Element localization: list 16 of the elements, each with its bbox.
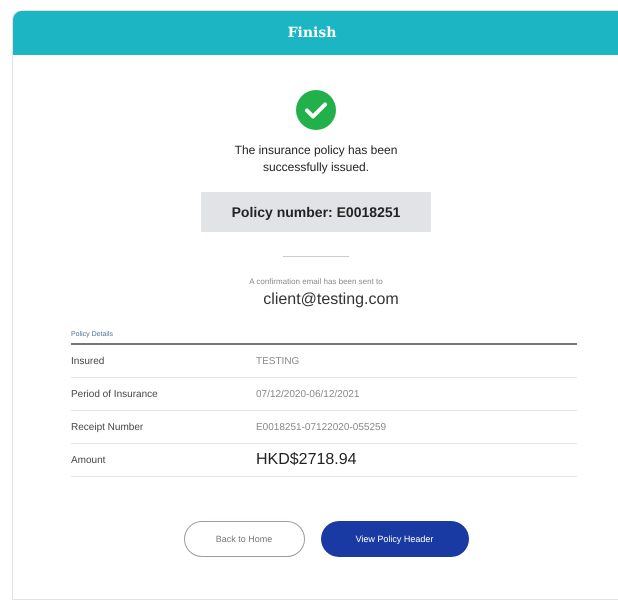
row-value: HKD$2718.94 (256, 451, 357, 469)
success-message: The insurance policy has been successfully issued. (234, 142, 398, 176)
row-value: TESTING (256, 356, 300, 366)
row-label: Period of Insurance (71, 388, 159, 400)
row-label: Amount (71, 454, 106, 466)
page-title: Finish (288, 25, 336, 41)
policy-number: Policy number: E0018251 (201, 192, 431, 232)
row-label: Receipt Number (71, 422, 144, 432)
view-policy-button[interactable]: View Policy Header (320, 521, 468, 557)
back-home-button[interactable]: Back to Home (184, 521, 304, 557)
check-circle-icon (296, 90, 336, 130)
row-value: E0018251-07122020-055259 (256, 422, 386, 432)
confirmation-text: A confirmation email has been sent to (249, 277, 383, 286)
row-label: Insured (71, 356, 106, 366)
row-value: 07/12/2020-06/12/2021 (256, 388, 360, 400)
email-address: client@testing.com (263, 291, 399, 309)
